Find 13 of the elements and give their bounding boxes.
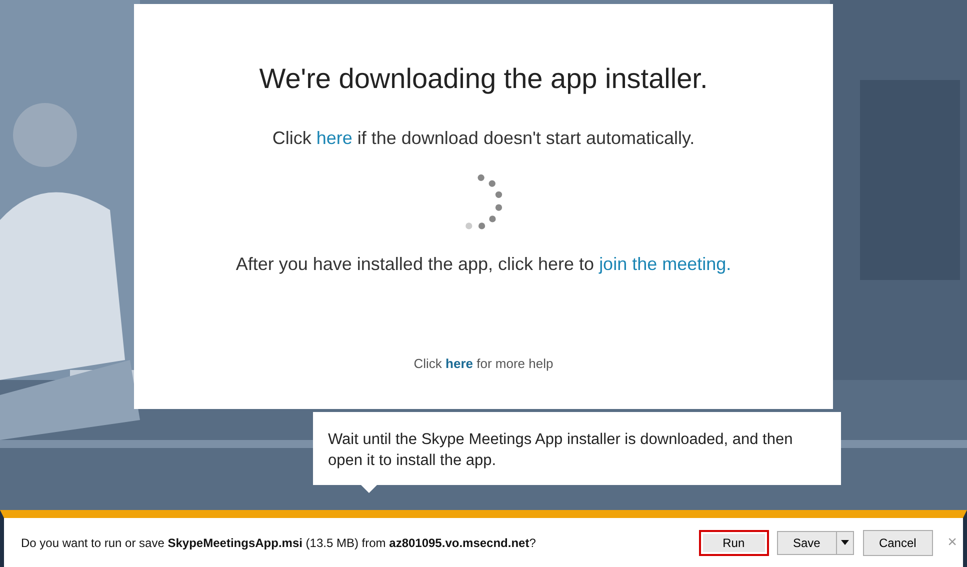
caret-icon xyxy=(840,540,849,545)
dialog-button[interactable]: Cancel xyxy=(862,530,933,556)
link[interactable]: here xyxy=(316,128,352,148)
dialog-title: We're downloading the app installer. xyxy=(259,62,708,96)
dialog-button[interactable]: Run xyxy=(698,530,769,556)
save-split-button[interactable]: Save xyxy=(776,530,854,554)
download-prompt: Do you want to run or save SkypeMeetingsApp.msi (13.5 MB) from az801095.vo.msecnd.net? xyxy=(21,534,536,552)
join-instruction: After you have installed the app, click here to join the meeting. xyxy=(236,253,732,276)
callout-text: Wait until the Skype Meetings App installer is downloaded, and then open it to install the app. xyxy=(328,430,794,471)
help-text: Click here for more help xyxy=(414,355,554,373)
link[interactable]: join the meeting. xyxy=(599,254,732,274)
link[interactable]: here xyxy=(446,356,474,371)
download-instruction: Click here if the download doesn't start automatically. xyxy=(272,127,695,150)
